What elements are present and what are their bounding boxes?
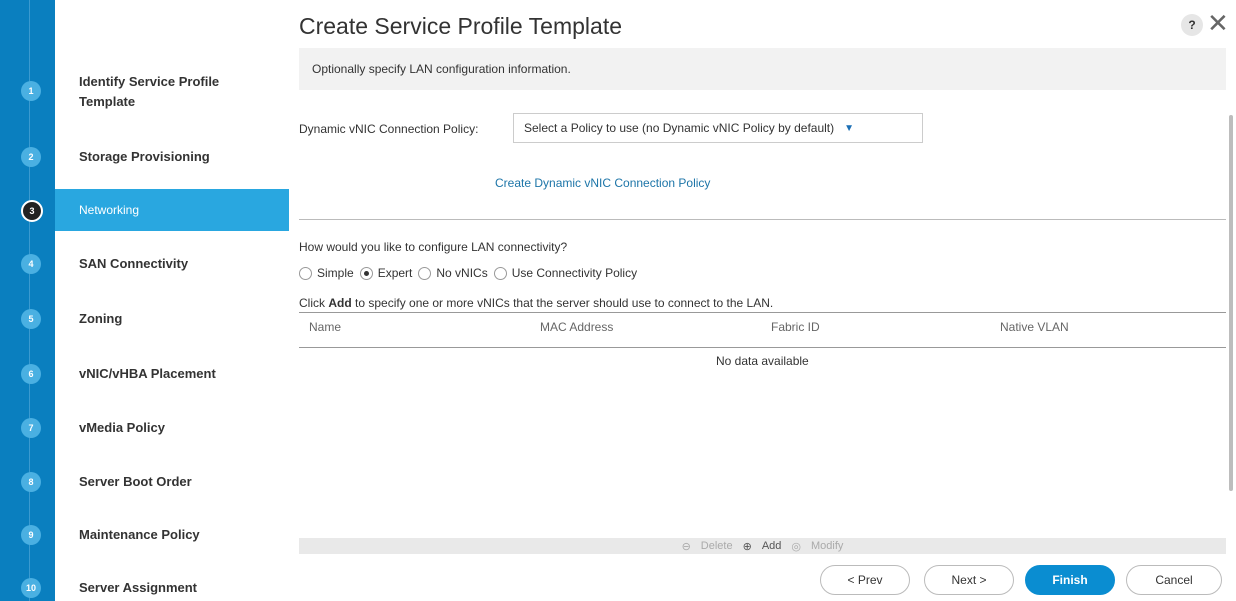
radio-button[interactable]: [418, 266, 432, 280]
step-vnic-vhba-placement[interactable]: 6 vNIC/vHBA Placement: [0, 364, 289, 389]
step-storage-provisioning[interactable]: 2 Storage Provisioning: [0, 145, 289, 170]
radio-button[interactable]: [493, 266, 507, 280]
next-button[interactable]: Next >: [924, 565, 1014, 595]
delete-icon: ⊖: [681, 540, 691, 553]
step-label: Storage Provisioning: [79, 149, 210, 164]
radio-label: Expert: [377, 266, 413, 280]
step-number: 4: [21, 254, 41, 274]
dynamic-vnic-policy-select[interactable]: Select a Policy to use (no Dynamic vNIC …: [513, 113, 923, 143]
instruction-suffix: to specify one or more vNICs that the se…: [351, 296, 774, 310]
radio-button[interactable]: [299, 266, 312, 280]
radio-label: No vNICs: [436, 266, 488, 280]
step-networking[interactable]: Networking: [55, 189, 289, 231]
dynamic-vnic-policy-label: Dynamic vNIC Connection Policy:: [299, 122, 479, 136]
modify-icon: ◎: [791, 540, 801, 553]
delete-button[interactable]: Delete: [701, 540, 733, 552]
section-divider: [299, 219, 1226, 220]
step-label: Identify Service Profile Template: [79, 74, 220, 109]
step-vmedia-policy[interactable]: 7 vMedia Policy: [0, 418, 289, 443]
main-panel: Create Service Profile Template ? ✕ Opti…: [289, 0, 1236, 601]
info-text: Optionally specify LAN configuration inf…: [312, 62, 571, 76]
step-number: 9: [21, 525, 41, 545]
radio-expert[interactable]: Expert: [359, 266, 413, 280]
add-icon: ⊕: [742, 540, 752, 553]
column-header-name[interactable]: Name: [309, 320, 341, 334]
step-number: 8: [21, 472, 41, 492]
info-banner: Optionally specify LAN configuration inf…: [299, 48, 1226, 90]
step-identify-service-profile-template[interactable]: 1 Identify Service Profile Template: [0, 66, 289, 116]
step-number: 6: [21, 364, 41, 384]
step-number: 10: [21, 578, 41, 598]
step-label: Server Assignment: [79, 580, 198, 595]
instruction-prefix: Click: [299, 296, 329, 310]
step-server-boot-order[interactable]: 8 Server Boot Order: [0, 472, 289, 497]
prev-button[interactable]: < Prev: [820, 565, 910, 595]
step-label: vNIC/vHBA Placement: [79, 366, 216, 381]
finish-button[interactable]: Finish: [1025, 565, 1115, 595]
step-label: SAN Connectivity: [79, 256, 189, 271]
dynamic-vnic-policy-selected: Select a Policy to use (no Dynamic vNIC …: [524, 121, 835, 135]
lan-connectivity-question: How would you like to configure LAN conn…: [299, 240, 568, 254]
column-header-mac-address[interactable]: MAC Address: [540, 320, 613, 334]
caret-down-icon: ▼: [844, 122, 855, 134]
step-san-connectivity[interactable]: 4 SAN Connectivity: [0, 254, 289, 279]
table-top-border: [299, 312, 1226, 313]
step-label: Zoning: [79, 311, 123, 326]
add-button[interactable]: Add: [762, 540, 782, 552]
close-icon[interactable]: ✕: [1207, 10, 1229, 36]
step-maintenance-policy[interactable]: 9 Maintenance Policy: [0, 525, 289, 550]
modify-button[interactable]: Modify: [811, 540, 843, 552]
radio-label: Simple: [317, 266, 354, 280]
table-empty-message: No data available: [716, 354, 809, 368]
step-server-assignment[interactable]: 10 Server Assignment: [0, 578, 289, 601]
column-header-fabric-id[interactable]: Fabric ID: [771, 320, 820, 334]
create-dynamic-vnic-policy-link[interactable]: Create Dynamic vNIC Connection Policy: [495, 176, 710, 190]
wizard-steps: 1 Identify Service Profile Template 2 St…: [0, 0, 289, 601]
help-icon[interactable]: ?: [1181, 14, 1203, 36]
step-zoning[interactable]: 5 Zoning: [0, 309, 289, 334]
add-vnic-instruction: Click Add to specify one or more vNICs t…: [299, 296, 773, 310]
table-header-border: [299, 347, 1226, 348]
dialog-title: Create Service Profile Template: [299, 13, 622, 39]
step-label: Server Boot Order: [79, 474, 192, 489]
step-number-active: 3: [21, 200, 43, 222]
lan-connectivity-options: Simple Expert No vNICs Use Connectivity …: [299, 266, 643, 280]
radio-no-vnics[interactable]: No vNICs: [418, 266, 488, 280]
step-label: vMedia Policy: [79, 420, 165, 435]
cancel-button[interactable]: Cancel: [1126, 565, 1222, 595]
step-number: 5: [21, 309, 41, 329]
step-label: Networking: [79, 203, 140, 217]
instruction-add-keyword: Add: [328, 296, 352, 310]
step-number: 1: [21, 81, 41, 101]
radio-use-connectivity-policy[interactable]: Use Connectivity Policy: [493, 266, 638, 280]
vertical-scrollbar[interactable]: [1229, 115, 1233, 491]
radio-simple[interactable]: Simple: [299, 266, 354, 280]
step-number: 2: [21, 147, 41, 167]
table-action-bar: ⊖ Delete ⊕ Add ◎ Modify: [299, 538, 1226, 554]
column-header-native-vlan[interactable]: Native VLAN: [1000, 320, 1069, 334]
radio-label: Use Connectivity Policy: [511, 266, 638, 280]
step-number: 7: [21, 418, 41, 438]
step-label: Maintenance Policy: [79, 527, 200, 542]
radio-button-checked[interactable]: [359, 266, 373, 280]
